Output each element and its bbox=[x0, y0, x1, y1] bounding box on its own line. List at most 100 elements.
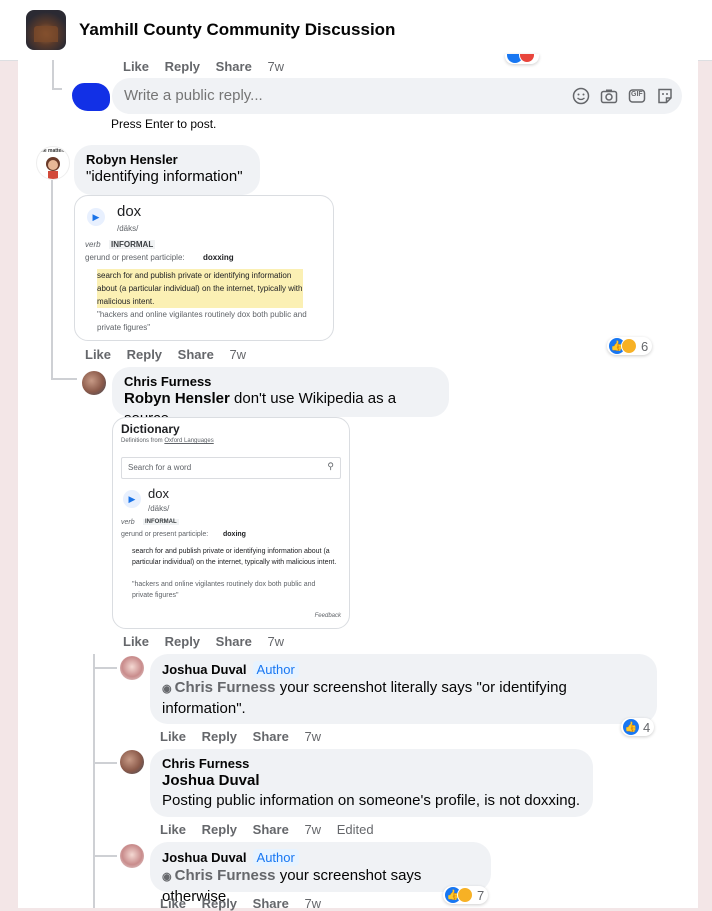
reply-button[interactable]: Reply bbox=[165, 59, 200, 74]
dict-search-box[interactable]: Search for a word ⚲ bbox=[121, 457, 341, 479]
camera-icon[interactable] bbox=[600, 87, 618, 105]
attachment-image[interactable]: ▶ dox /däks/ verb INFORMAL gerund or pre… bbox=[74, 195, 334, 341]
reply-button[interactable]: Reply bbox=[127, 347, 162, 362]
oxford-link[interactable]: Oxford Languages bbox=[164, 438, 213, 444]
dict-register: INFORMAL bbox=[143, 519, 179, 525]
comment-actions: Like Reply Share 7w bbox=[123, 59, 296, 74]
thread-line bbox=[52, 88, 62, 90]
profile-mention-icon: ◉ bbox=[162, 871, 175, 883]
comment-time[interactable]: 7w bbox=[267, 634, 284, 649]
sticker-icon[interactable] bbox=[656, 87, 674, 105]
comment-author[interactable]: Chris Furness bbox=[124, 374, 437, 389]
dict-definition: search for and publish private or identi… bbox=[132, 548, 337, 566]
mention-name[interactable]: Chris Furness bbox=[175, 867, 276, 884]
group-header: Yamhill County Community Discussion bbox=[0, 0, 712, 61]
thread-line bbox=[93, 667, 117, 669]
dict-participle-label: gerund or present participle: bbox=[85, 253, 185, 262]
comment-time[interactable]: 7w bbox=[304, 822, 321, 837]
reply-composer[interactable]: GIF bbox=[112, 78, 682, 114]
reply-button[interactable]: Reply bbox=[202, 896, 237, 911]
mention-link[interactable]: ◉ Chris Furness bbox=[162, 867, 276, 884]
reply-input[interactable] bbox=[122, 86, 546, 105]
share-button[interactable]: Share bbox=[178, 347, 214, 362]
reaction-count: 4 bbox=[643, 719, 651, 735]
avatar[interactable] bbox=[120, 750, 144, 774]
thread-line bbox=[51, 378, 77, 380]
dict-word: dox bbox=[148, 486, 169, 501]
author-badge: Author bbox=[252, 661, 299, 678]
comment-author[interactable]: Chris Furness bbox=[162, 756, 581, 771]
avatar[interactable] bbox=[120, 656, 144, 680]
dict-example: "hackers and online vigilantes routinely… bbox=[97, 310, 307, 332]
dict-phonetic: /däks/ bbox=[117, 224, 139, 233]
thread-line bbox=[52, 60, 54, 90]
reply-button[interactable]: Reply bbox=[202, 729, 237, 744]
like-button[interactable]: Like bbox=[160, 822, 186, 837]
avatar[interactable] bbox=[120, 844, 144, 868]
comment-actions: Like Reply Share 7w bbox=[123, 634, 296, 649]
mention-link[interactable]: Joshua Duval bbox=[162, 771, 581, 791]
dict-pos: verb bbox=[85, 240, 101, 249]
like-button[interactable]: Like bbox=[160, 896, 186, 911]
speaker-icon: ▶ bbox=[123, 490, 141, 508]
mention-link[interactable]: Robyn Hensler bbox=[124, 390, 230, 407]
author-badge: Author bbox=[252, 849, 299, 866]
group-title[interactable]: Yamhill County Community Discussion bbox=[79, 20, 395, 40]
comment-time[interactable]: 7w bbox=[304, 896, 321, 911]
comment-actions: Like Reply Share 7w bbox=[160, 896, 333, 911]
comment-time[interactable]: 7w bbox=[304, 729, 321, 744]
reaction-summary[interactable] bbox=[505, 54, 539, 64]
dict-phonetic: /däks/ bbox=[148, 504, 170, 513]
reaction-count: 7 bbox=[477, 887, 485, 903]
haha-reaction-icon bbox=[457, 887, 473, 903]
haha-reaction-icon bbox=[621, 338, 637, 354]
comment-actions: Like Reply Share 7w bbox=[85, 347, 258, 362]
edited-label[interactable]: Edited bbox=[337, 822, 374, 837]
attachment-image[interactable]: Dictionary Definitions from Oxford Langu… bbox=[112, 417, 350, 629]
avatar[interactable] bbox=[82, 371, 106, 395]
reaction-summary[interactable]: 👍 4 bbox=[621, 718, 655, 736]
comment-actions: Like Reply Share 7w Edited bbox=[160, 822, 386, 837]
like-button[interactable]: Like bbox=[160, 729, 186, 744]
like-button[interactable]: Like bbox=[123, 634, 149, 649]
dict-word: dox bbox=[117, 203, 142, 220]
reaction-summary[interactable]: 👍 7 bbox=[443, 886, 489, 904]
reaction-summary[interactable]: 👍 6 bbox=[607, 337, 653, 355]
speaker-icon: ▶ bbox=[87, 208, 105, 226]
search-icon[interactable]: ⚲ bbox=[327, 461, 334, 472]
comment-time[interactable]: 7w bbox=[267, 59, 284, 74]
comment-time[interactable]: 7w bbox=[229, 347, 246, 362]
comment-bubble: Robyn Hensler "identifying information" bbox=[74, 145, 260, 195]
comment-bubble: Chris Furness Joshua Duval Posting publi… bbox=[150, 749, 593, 817]
share-button[interactable]: Share bbox=[253, 896, 289, 911]
group-avatar[interactable] bbox=[26, 10, 66, 50]
gif-icon[interactable]: GIF bbox=[628, 87, 646, 105]
dict-search-placeholder: Search for a word bbox=[128, 463, 192, 472]
dict-subtitle: Definitions from bbox=[121, 438, 165, 444]
comment-bubble: Chris Furness Robyn Hensler don't use Wi… bbox=[112, 367, 449, 427]
dict-example: "hackers and online vigilantes routinely… bbox=[132, 581, 316, 599]
like-button[interactable]: Like bbox=[123, 59, 149, 74]
comment-author[interactable]: Robyn Hensler bbox=[86, 152, 248, 167]
reply-button[interactable]: Reply bbox=[165, 634, 200, 649]
comment-author[interactable]: Joshua Duval bbox=[162, 662, 247, 677]
user-avatar-redacted bbox=[72, 83, 110, 111]
dict-participle-label: gerund or present participle: bbox=[121, 531, 209, 538]
dict-participle: doxxing bbox=[203, 253, 234, 262]
mention-link[interactable]: ◉ Chris Furness bbox=[162, 679, 276, 696]
reply-hint: Press Enter to post. bbox=[111, 117, 217, 131]
avatar-caption: she matter. bbox=[38, 148, 65, 154]
like-button[interactable]: Like bbox=[85, 347, 111, 362]
emoji-icon[interactable] bbox=[572, 87, 590, 105]
avatar[interactable]: she matter. bbox=[36, 146, 70, 180]
share-button[interactable]: Share bbox=[216, 634, 252, 649]
share-button[interactable]: Share bbox=[216, 59, 252, 74]
comment-author[interactable]: Joshua Duval bbox=[162, 850, 247, 865]
share-button[interactable]: Share bbox=[253, 729, 289, 744]
share-button[interactable]: Share bbox=[253, 822, 289, 837]
comment-text: Posting public information on someone's … bbox=[162, 792, 581, 809]
mention-name[interactable]: Chris Furness bbox=[175, 679, 276, 696]
dict-feedback[interactable]: Feedback bbox=[315, 613, 341, 619]
like-reaction-icon: 👍 bbox=[623, 719, 639, 735]
reply-button[interactable]: Reply bbox=[202, 822, 237, 837]
